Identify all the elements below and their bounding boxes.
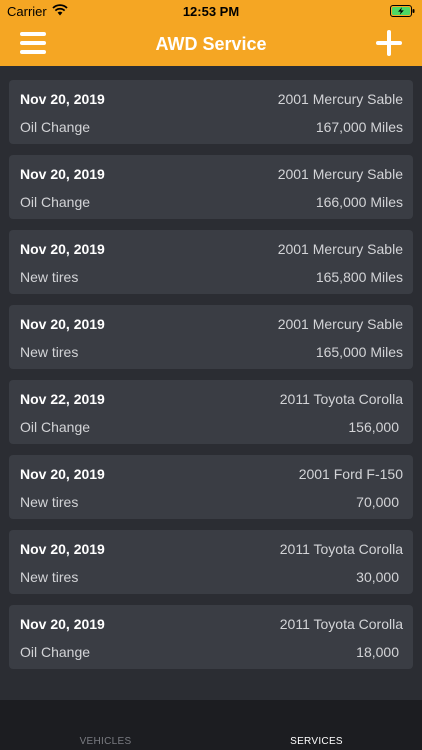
service-type: New tires — [20, 344, 79, 360]
navigation-bar: AWD Service — [0, 22, 422, 66]
service-card[interactable]: Nov 20, 2019 2011 Toyota Corolla Oil Cha… — [9, 605, 413, 669]
service-mileage: 30,000 — [356, 569, 399, 585]
service-vehicle: 2011 Toyota Corolla — [279, 541, 403, 557]
service-mileage: 18,000 — [356, 644, 399, 660]
service-date: Nov 20, 2019 — [20, 166, 105, 182]
service-date: Nov 20, 2019 — [20, 616, 105, 632]
service-card[interactable]: Nov 20, 2019 2001 Mercury Sable New tire… — [9, 305, 413, 369]
service-mileage: 165,000 Miles — [315, 344, 403, 360]
tab-services[interactable]: SERVICES — [211, 700, 422, 750]
service-mileage: 165,800 Miles — [315, 269, 403, 285]
page-title: AWD Service — [155, 34, 267, 54]
service-type: New tires — [20, 569, 79, 585]
service-date: Nov 22, 2019 — [20, 391, 105, 407]
service-mileage: 167,000 Miles — [315, 119, 403, 135]
tab-vehicles[interactable]: VEHICLES — [0, 700, 211, 750]
top-bar: Carrier 12:53 PM AWD Service — [0, 0, 422, 66]
service-date: Nov 20, 2019 — [20, 91, 105, 107]
service-vehicle: 2001 Mercury Sable — [277, 166, 403, 182]
service-vehicle: 2001 Mercury Sable — [277, 316, 403, 332]
plus-icon[interactable] — [376, 30, 402, 56]
service-card[interactable]: Nov 20, 2019 2001 Mercury Sable New tire… — [9, 230, 413, 294]
service-date: Nov 20, 2019 — [20, 316, 105, 332]
service-type: Oil Change — [20, 119, 91, 135]
service-date: Nov 20, 2019 — [20, 241, 105, 257]
service-card[interactable]: Nov 22, 2019 2011 Toyota Corolla Oil Cha… — [9, 380, 413, 444]
app-screen: Carrier 12:53 PM AWD Service Nov 20, 201… — [0, 0, 422, 750]
service-type: Oil Change — [20, 644, 91, 660]
tab-vehicles-label: VEHICLES — [79, 736, 132, 747]
service-type: Oil Change — [20, 194, 91, 210]
service-date: Nov 20, 2019 — [20, 466, 105, 482]
service-card[interactable]: Nov 20, 2019 2011 Toyota Corolla New tir… — [9, 530, 413, 594]
service-mileage: 70,000 — [356, 494, 399, 510]
service-card[interactable]: Nov 20, 2019 2001 Mercury Sable Oil Chan… — [9, 155, 413, 219]
service-type: New tires — [20, 269, 79, 285]
status-time: 12:53 PM — [182, 4, 240, 19]
service-vehicle: 2001 Ford F-150 — [298, 466, 403, 482]
service-card[interactable]: Nov 20, 2019 2001 Ford F-150 New tires 7… — [9, 455, 413, 519]
service-card[interactable]: Nov 20, 2019 2001 Mercury Sable Oil Chan… — [9, 80, 413, 144]
tab-services-label: SERVICES — [290, 736, 343, 747]
service-vehicle: 2011 Toyota Corolla — [279, 616, 403, 632]
bottom-tab-bar: VEHICLES SERVICES — [0, 700, 422, 750]
service-vehicle: 2001 Mercury Sable — [277, 91, 403, 107]
service-vehicle: 2001 Mercury Sable — [277, 241, 403, 257]
service-vehicle: 2011 Toyota Corolla — [279, 391, 403, 407]
status-bar: Carrier 12:53 PM — [0, 0, 422, 22]
service-type: Oil Change — [20, 419, 91, 435]
service-list: Nov 20, 2019 2001 Mercury Sable Oil Chan… — [0, 66, 422, 700]
battery-charging-icon — [390, 5, 415, 17]
service-date: Nov 20, 2019 — [20, 541, 105, 557]
service-mileage: 156,000 — [348, 419, 399, 435]
service-mileage: 166,000 Miles — [315, 194, 403, 210]
service-type: New tires — [20, 494, 79, 510]
